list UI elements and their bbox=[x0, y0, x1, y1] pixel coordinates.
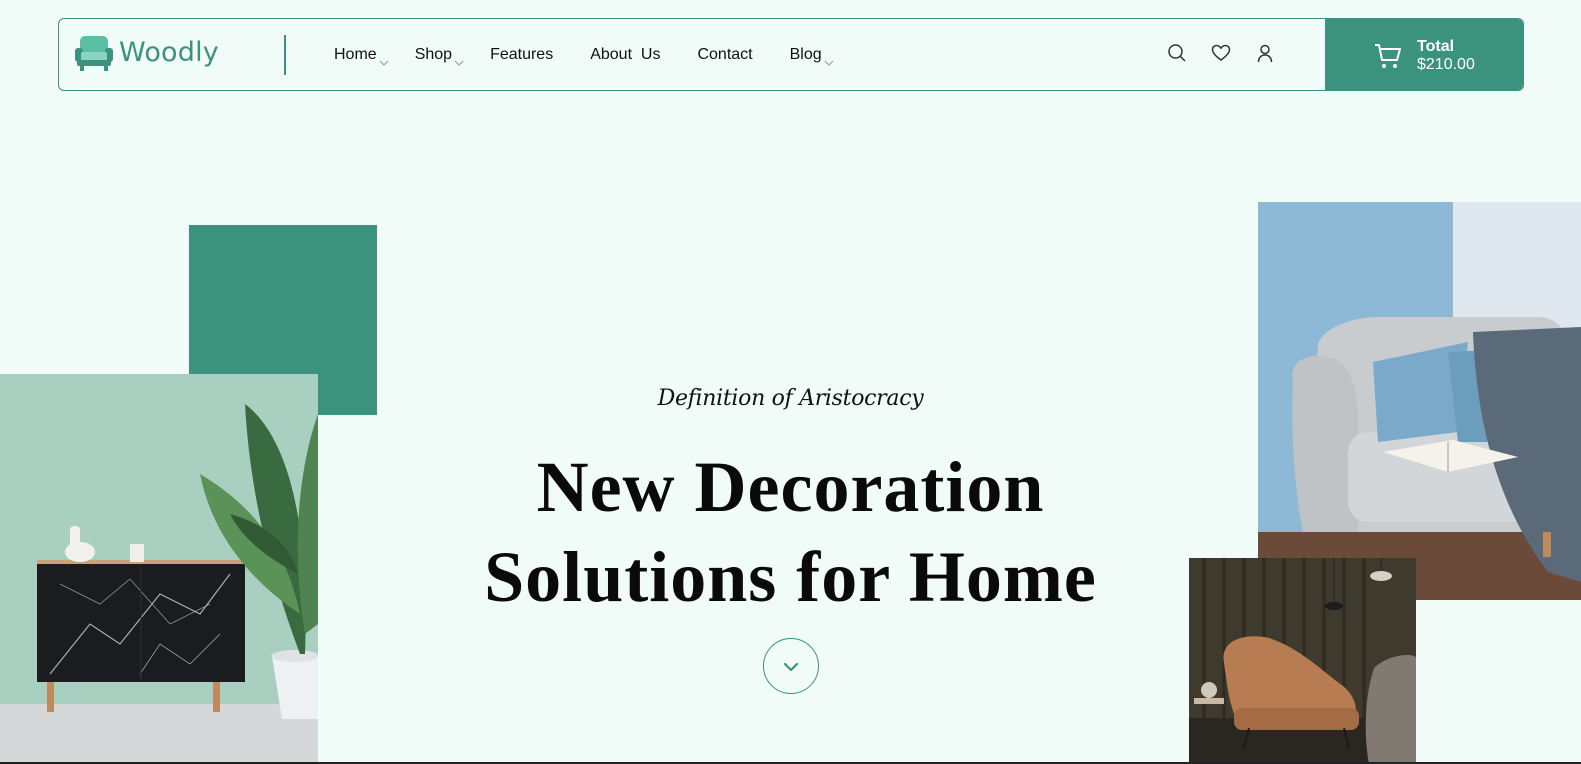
nav-item-about-us[interactable]: About Us bbox=[590, 46, 660, 64]
cart-total-amount: $210.00 bbox=[1417, 55, 1475, 73]
nav-item-label: Home bbox=[334, 45, 377, 63]
nav-item-features[interactable]: Features bbox=[490, 46, 553, 64]
header-icons bbox=[1167, 43, 1275, 63]
chevron-down-icon bbox=[824, 54, 834, 66]
nav-item-shop[interactable]: Shop bbox=[414, 45, 464, 66]
scroll-down-button[interactable] bbox=[763, 638, 819, 694]
cart-summary: Total $210.00 bbox=[1417, 38, 1475, 74]
nav-item-label: Features bbox=[490, 45, 554, 63]
main-nav: Home Shop Features About Us Contact Blog bbox=[334, 19, 871, 90]
chevron-down-icon bbox=[379, 54, 389, 66]
cart-button[interactable]: Total $210.00 bbox=[1325, 19, 1523, 90]
logo-divider bbox=[284, 35, 286, 75]
cart-icon bbox=[1373, 41, 1403, 71]
site-header: Woodly Home Shop Features About Us Conta… bbox=[58, 18, 1524, 91]
armchair-icon bbox=[73, 34, 115, 72]
nav-item-label: Contact bbox=[697, 45, 753, 63]
brand-name: Woodly bbox=[119, 37, 219, 68]
hero-title: New Decoration Solutions for Home bbox=[0, 442, 1581, 622]
user-icon[interactable] bbox=[1255, 43, 1275, 63]
nav-item-label: Shop bbox=[414, 45, 453, 63]
nav-item-contact[interactable]: Contact bbox=[697, 46, 752, 64]
nav-item-label: About Us bbox=[590, 45, 661, 63]
nav-item-blog[interactable]: Blog bbox=[789, 45, 834, 66]
chevron-down-icon bbox=[782, 660, 800, 672]
nav-item-label: Blog bbox=[789, 45, 822, 63]
chevron-down-icon bbox=[454, 54, 464, 66]
heart-icon[interactable] bbox=[1211, 43, 1231, 63]
nav-item-home[interactable]: Home bbox=[334, 45, 389, 66]
hero-title-line-1: New Decoration bbox=[536, 447, 1045, 527]
brand-logo[interactable]: Woodly bbox=[73, 33, 219, 73]
hero-title-line-2: Solutions for Home bbox=[484, 537, 1097, 617]
search-icon[interactable] bbox=[1167, 43, 1187, 63]
hero-subtitle: Definition of Aristocracy bbox=[657, 386, 924, 411]
cart-total-label: Total bbox=[1417, 37, 1455, 55]
